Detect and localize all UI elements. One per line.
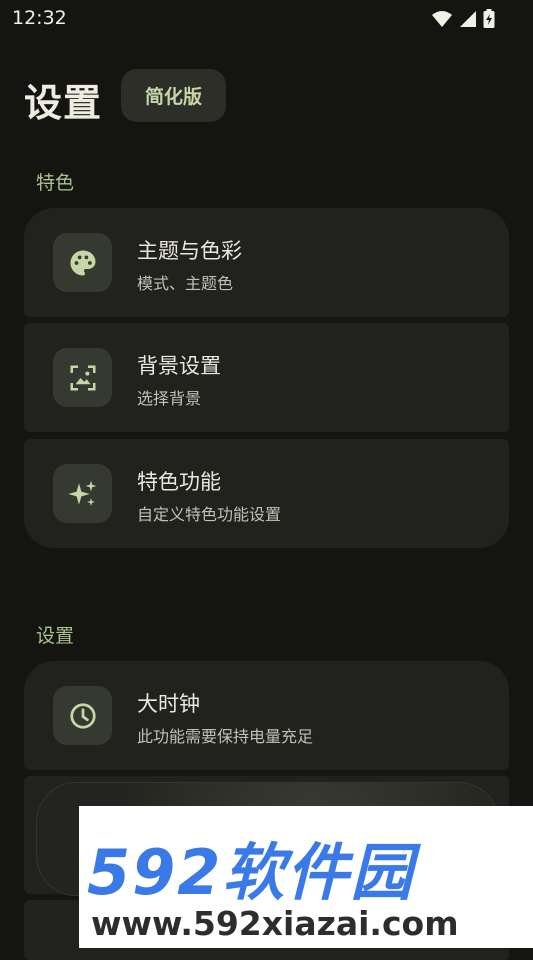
clock-icon	[53, 686, 112, 745]
page-title: 设置	[24, 81, 103, 125]
signal-icon	[459, 10, 477, 32]
item-subtitle: 自定义特色功能设置	[137, 505, 282, 524]
item-subtitle: 此功能需要保持电量充足	[137, 727, 314, 746]
item-title: 主题与色彩	[137, 239, 242, 263]
theme-color-item[interactable]: 主题与色彩 模式、主题色	[24, 208, 509, 317]
watermark-title: 592软件园	[87, 836, 415, 909]
item-subtitle: 模式、主题色	[137, 274, 234, 293]
special-features-item[interactable]: 特色功能 自定义特色功能设置	[24, 439, 509, 548]
status-bar: 12:32	[0, 0, 533, 38]
status-time: 12:32	[12, 7, 67, 29]
palette-icon	[53, 233, 112, 292]
simplified-mode-button[interactable]: 简化版	[121, 69, 226, 122]
wifi-icon	[431, 10, 453, 32]
battery-icon	[483, 9, 495, 33]
section-label-features: 特色	[36, 172, 75, 194]
image-icon	[53, 348, 112, 407]
watermark-logo: 592软件园 www.592xiazai.com	[79, 806, 533, 948]
section-label-settings: 设置	[36, 625, 75, 647]
status-icons	[431, 9, 495, 33]
big-clock-item[interactable]: 大时钟 此功能需要保持电量充足	[24, 661, 509, 770]
background-settings-item[interactable]: 背景设置 选择背景	[24, 323, 509, 432]
sparkle-icon	[53, 464, 112, 523]
item-subtitle: 选择背景	[137, 389, 202, 408]
item-title: 特色功能	[137, 470, 221, 494]
item-title: 背景设置	[137, 354, 221, 378]
item-title: 大时钟	[137, 692, 200, 716]
watermark-url: www.592xiazai.com	[91, 904, 459, 943]
